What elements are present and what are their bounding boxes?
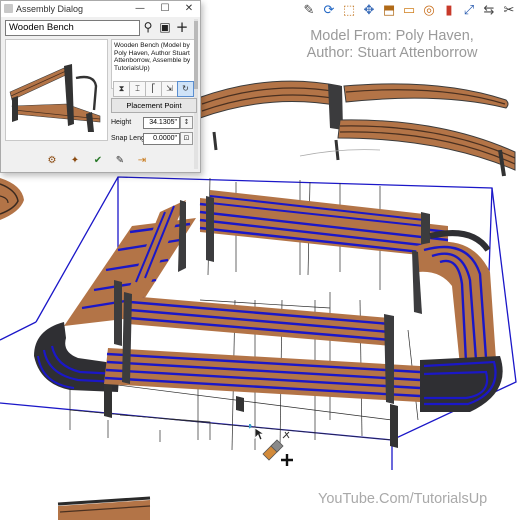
watermark: YouTube.Com/TutorialsUp [318, 491, 488, 507]
dialog-title: Assembly Dialog [16, 4, 84, 14]
close-button[interactable]: ✕ [181, 2, 197, 16]
bench-corner-right [420, 356, 503, 412]
hide-icon[interactable]: ◎ [420, 2, 438, 20]
assembly-dialog: Assembly Dialog — ☐ ✕ Wooden Bench ⚲ ▣ +… [0, 0, 201, 173]
credit-line-2: Author: Stuart Attenborrow [306, 45, 478, 61]
rotate-insert-icon[interactable]: ↻ [177, 81, 194, 97]
bench-back [199, 190, 449, 272]
model-credit: Model From: Poly Haven, Author: Stuart A… [272, 28, 512, 62]
search-input[interactable]: Wooden Bench [5, 20, 140, 36]
scroll-thumb[interactable] [194, 21, 198, 89]
eyedropper-icon[interactable]: ✎ [113, 154, 127, 168]
drawing-toolbar: ✎ ⟳ ⬚ ✥ ⬒ ▭ ◎ ▮ ⤢ ⇆ ✂ ⬡ [300, 2, 520, 24]
dialog-titlebar[interactable]: Assembly Dialog — ☐ ✕ [1, 1, 200, 17]
box-icon[interactable]: ▭ [400, 2, 418, 20]
rotate-icon[interactable]: ⟳ [320, 2, 338, 20]
export-icon[interactable]: ⇥ [135, 154, 149, 168]
background-bench-group [197, 80, 516, 177]
maximize-button[interactable]: ☐ [157, 2, 173, 16]
dialog-scrollbar[interactable] [194, 19, 198, 169]
placement-point-button[interactable]: Placement Point [111, 98, 197, 113]
check-icon[interactable]: ✔ [91, 154, 105, 168]
credit-line-1: Model From: Poly Haven, [310, 28, 474, 44]
paint-icon[interactable]: ⬚ [340, 2, 358, 20]
move-icon[interactable]: ✥ [360, 2, 378, 20]
snap-length-field[interactable]: 0.0000" [143, 133, 180, 145]
lock-icon[interactable]: ⊡ [180, 132, 193, 145]
cursor-move-icon [249, 424, 293, 466]
partial-bench-bottom [57, 496, 151, 520]
save-icon[interactable]: ▣ [158, 20, 172, 35]
search-icon[interactable]: ⚲ [141, 20, 155, 35]
app-icon [4, 4, 13, 13]
insert-mode-hourglass-icon[interactable]: ⧗ [113, 81, 130, 97]
insert-mode-ibeam-icon[interactable]: ⌶ [129, 81, 146, 97]
insert-mode-diagonal-icon[interactable]: ⇲ [161, 81, 178, 97]
scissors-icon[interactable]: ✂ [500, 2, 518, 20]
component-preview [5, 39, 108, 141]
assembly-tool-2-icon[interactable]: ✦ [68, 154, 82, 168]
pencil-icon[interactable]: ✎ [300, 2, 318, 20]
height-field[interactable]: 34.1305" [143, 117, 180, 129]
scale-icon[interactable]: ⤢ [460, 2, 478, 20]
eraser-icon[interactable]: ▮ [440, 2, 458, 20]
height-label: Height [111, 119, 132, 126]
add-icon[interactable]: + [175, 20, 189, 35]
select-icon[interactable]: ⬒ [380, 2, 398, 20]
bench-right [412, 230, 496, 366]
tape-icon[interactable]: ⇆ [480, 2, 498, 20]
insert-mode-corner-icon[interactable]: ⎡ [145, 81, 162, 97]
height-arrows-icon[interactable]: ↕ [180, 116, 193, 129]
assembly-tool-1-icon[interactable]: ⚙ [45, 154, 59, 168]
partial-bench-left [0, 178, 24, 220]
minimize-button[interactable]: — [132, 2, 148, 16]
